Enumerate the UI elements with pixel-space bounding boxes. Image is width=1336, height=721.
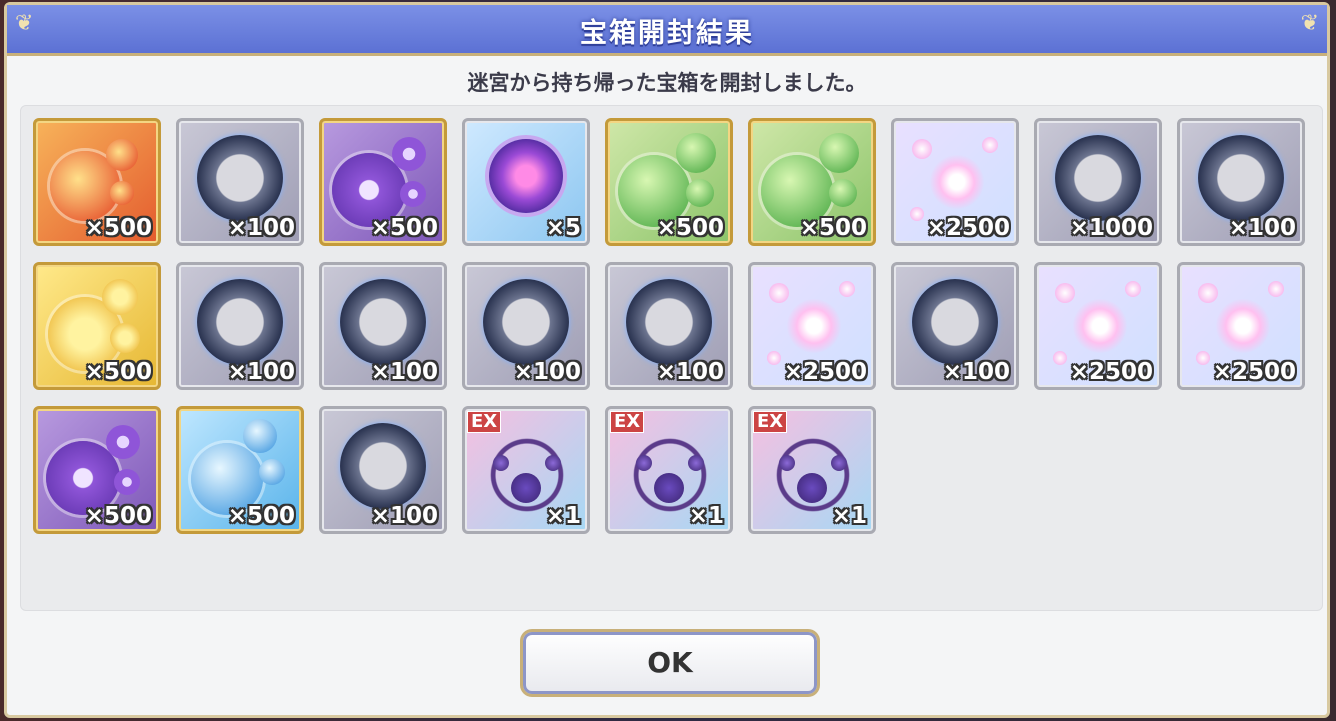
item-quantity: ×500 (799, 215, 867, 241)
reward-item-star-shard[interactable]: ×2500 (1177, 262, 1305, 390)
item-quantity: ×500 (84, 359, 152, 385)
item-quantity: ×2500 (1069, 359, 1153, 385)
item-quantity: ×500 (84, 215, 152, 241)
item-quantity: ×100 (513, 359, 581, 385)
reward-item-silver-medal[interactable]: ×100 (891, 262, 1019, 390)
item-quantity: ×100 (656, 359, 724, 385)
dialog-title: 宝箱開封結果 (580, 18, 754, 49)
ex-badge: EX (610, 411, 645, 433)
item-quantity: ×500 (370, 215, 438, 241)
item-quantity: ×2500 (1212, 359, 1296, 385)
reward-item-ex-necklace[interactable]: EX ×1 (462, 406, 590, 534)
item-quantity: ×500 (656, 215, 724, 241)
item-quantity: ×1 (831, 503, 867, 529)
ok-button[interactable]: OK (520, 629, 820, 697)
reward-item-silver-medal[interactable]: ×100 (319, 406, 447, 534)
reward-item-silver-medal[interactable]: ×100 (176, 118, 304, 246)
item-quantity: ×5 (545, 215, 581, 241)
treasure-result-dialog: ❦ 宝箱開封結果 ❦ 迷宮から持ち帰った宝箱を開封しました。 ×500 ×100 ×… (4, 2, 1330, 718)
reward-grid: ×500 ×100 ×500 ×5 ×500 ×500 ×2500 ×1000 ×100 ×500… (20, 105, 1323, 611)
reward-item-silver-medal[interactable]: ×1000 (1034, 118, 1162, 246)
reward-item-sun-orbs[interactable]: ×500 (33, 262, 161, 390)
reward-item-crystal[interactable]: ×5 (462, 118, 590, 246)
dialog-title-bar: ❦ 宝箱開封結果 ❦ (7, 5, 1327, 56)
item-quantity: ×100 (227, 215, 295, 241)
item-quantity: ×100 (370, 503, 438, 529)
reward-item-silver-medal[interactable]: ×100 (605, 262, 733, 390)
reward-item-star-shard[interactable]: ×2500 (748, 262, 876, 390)
reward-item-purple-orbs[interactable]: ×500 (319, 118, 447, 246)
reward-item-silver-medal[interactable]: ×100 (319, 262, 447, 390)
item-quantity: ×1 (545, 503, 581, 529)
reward-item-green-orbs[interactable]: ×500 (748, 118, 876, 246)
reward-item-green-orbs[interactable]: ×500 (605, 118, 733, 246)
reward-item-silver-medal[interactable]: ×100 (462, 262, 590, 390)
reward-item-star-shard[interactable]: ×2500 (1034, 262, 1162, 390)
dialog-subtitle: 迷宮から持ち帰った宝箱を開封しました。 (467, 71, 867, 95)
item-quantity: ×1 (688, 503, 724, 529)
item-quantity: ×100 (227, 359, 295, 385)
item-quantity: ×100 (370, 359, 438, 385)
reward-item-ex-necklace[interactable]: EX ×1 (605, 406, 733, 534)
item-quantity: ×1000 (1069, 215, 1153, 241)
item-quantity: ×500 (84, 503, 152, 529)
reward-item-purple-orbs[interactable]: ×500 (33, 406, 161, 534)
reward-item-fire-orbs[interactable]: ×500 (33, 118, 161, 246)
ex-badge: EX (753, 411, 788, 433)
reward-item-silver-medal[interactable]: ×100 (176, 262, 304, 390)
item-quantity: ×100 (942, 359, 1010, 385)
reward-item-water-orbs[interactable]: ×500 (176, 406, 304, 534)
right-ornament-icon: ❦ (1300, 11, 1319, 36)
item-quantity: ×100 (1228, 215, 1296, 241)
item-quantity: ×2500 (783, 359, 867, 385)
reward-item-ex-necklace[interactable]: EX ×1 (748, 406, 876, 534)
item-quantity: ×500 (227, 503, 295, 529)
reward-item-star-shard[interactable]: ×2500 (891, 118, 1019, 246)
item-quantity: ×2500 (926, 215, 1010, 241)
ex-badge: EX (467, 411, 502, 433)
reward-item-silver-medal[interactable]: ×100 (1177, 118, 1305, 246)
